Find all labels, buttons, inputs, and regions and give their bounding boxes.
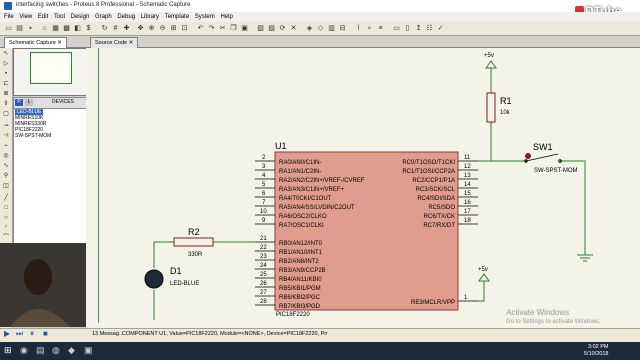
presenter-image [0, 243, 86, 327]
r2-value: 330R [188, 252, 203, 258]
pin-number: 25 [260, 272, 267, 278]
schematic-drawing: U1 PIC18F2220 2 3 4 5 6 7 10 9 21 22 23 … [144, 53, 593, 320]
taskbar-app-icon[interactable]: ◆ [68, 345, 75, 356]
pin-number: 28 [260, 299, 267, 305]
pin-label: RB3/AN9/CCP2B [279, 268, 326, 274]
pin-number: 14 [464, 182, 471, 188]
status-text: COMPONENT U1, Value=PIC18F2220, Module=<… [122, 331, 328, 337]
pin-number: 18 [464, 218, 471, 224]
pin-number: 11 [464, 155, 471, 161]
taskbar-time: 3:02 PM [588, 344, 609, 350]
stop-icon[interactable]: ■ [43, 330, 51, 338]
pin-label: RB5/KBI1/PGM [279, 286, 321, 292]
pin-number: 9 [262, 218, 266, 224]
power-terminal-top[interactable] [485, 60, 497, 69]
pin-label: RA2/AN2/C2IN+/VREF-/CVREF [279, 178, 365, 184]
pin-number: 7 [262, 200, 266, 206]
pin-number: 24 [260, 263, 267, 269]
pin-label: RA5/AN4/SS/LVDIN/C2OUT [279, 205, 355, 211]
power-terminal-bottom[interactable] [478, 273, 490, 282]
power-label-top: +5v [484, 53, 494, 59]
pin-number: 26 [260, 281, 267, 287]
pin-label: RA4/T0CKI/C1OUT [279, 196, 332, 202]
pin-label: RA7/OSC1/CLKI [279, 223, 324, 229]
pin-number: 12 [464, 164, 471, 170]
pin-label: RA3/AN3/C1IN+/VREF+ [279, 187, 345, 193]
pin-number: 21 [260, 236, 267, 242]
pin-label: RA1/AN1/C2IN- [279, 169, 321, 175]
pin-number: 17 [464, 209, 471, 215]
sw1-button[interactable] [525, 153, 531, 159]
d1-value: LED-BLUE [170, 281, 199, 287]
r1-value: 10k [500, 110, 511, 116]
d1-led-icon[interactable] [144, 269, 164, 289]
messages-count[interactable]: 13 Messag... [92, 331, 124, 337]
pin-number: 1 [464, 295, 468, 301]
pin-label: RC6/TX/CK [424, 214, 455, 220]
pin-label: RC2/CCP1/P1A [412, 178, 455, 184]
pin-label: RA0/AN0/C1IN- [279, 160, 321, 166]
pin-label: RB7/KBI3/PGD [279, 304, 321, 310]
ground-icon [577, 254, 593, 262]
pin-label: RC7/RX/DT [423, 223, 455, 229]
pin-label: RC3/SCK/SCL [416, 187, 456, 193]
pin-number: 5 [262, 182, 266, 188]
pin-number: 2 [262, 155, 266, 161]
pin-number: 22 [260, 245, 267, 251]
pin-label: RB1/AN10/INT1 [279, 250, 323, 256]
start-icon[interactable]: ⊞ [4, 345, 12, 356]
sw1-ref: SW1 [533, 142, 553, 152]
pin-label: RA6/OSC2/CLKO [279, 214, 327, 220]
pin-label: RB6/KBI2/PGC [279, 295, 321, 301]
pin-number: 10 [260, 209, 267, 215]
r1-ref: R1 [500, 96, 512, 106]
u1-left-pin-numbers: 2 3 4 5 6 7 10 9 21 22 23 24 25 26 27 28 [260, 155, 267, 305]
pin-label: RC0/T1OSO/T1CKI [402, 160, 455, 166]
pin-label: RC4/SDI/SDA [417, 196, 455, 202]
play-icon[interactable]: ▶ [4, 330, 12, 338]
pin-number: 13 [464, 173, 471, 179]
pin-number: 23 [260, 254, 267, 260]
pin-label: RB0/AN12/INT0 [279, 241, 323, 247]
taskbar-app-icon[interactable]: ◉ [20, 345, 28, 356]
u1-part: PIC18F2220 [276, 312, 310, 318]
webcam-overlay [0, 243, 86, 327]
d1-ref: D1 [170, 266, 182, 276]
pin-label: RB4/AN11/KBI0 [279, 277, 322, 283]
activation-watermark-title: Activate Windows [506, 308, 570, 317]
taskbar-app-icon[interactable]: ◍ [52, 345, 60, 356]
step-icon[interactable]: ⏭ [16, 330, 24, 338]
pin-number: 15 [464, 191, 471, 197]
r1-body[interactable] [486, 92, 496, 123]
pin-number: 3 [262, 164, 266, 170]
r2-body[interactable] [173, 237, 214, 247]
taskbar-app-icon[interactable]: ▤ [36, 345, 45, 356]
u1-right-pin-numbers: 11 12 13 14 15 16 17 18 1 [464, 155, 471, 301]
pin-label: RC5/SDO [428, 205, 455, 211]
pin-label: RB2/AN8/INT2 [279, 259, 319, 265]
u1-ref: U1 [275, 141, 287, 151]
taskbar-app-icon[interactable]: ▣ [84, 345, 93, 356]
windows-taskbar [0, 342, 640, 360]
pause-icon[interactable]: ⏸ [30, 330, 38, 338]
pin-number: 6 [262, 191, 266, 197]
sw1-value: SW-SPST-MOM [534, 168, 578, 174]
pin-number: 16 [464, 200, 471, 206]
pin-label: RC1/T1OSI/CCP2A [402, 169, 455, 175]
r2-ref: R2 [188, 227, 200, 237]
taskbar-date: 5/10/2018 [584, 351, 609, 357]
power-label-bottom: +5v [478, 267, 488, 273]
pin-number: 4 [262, 173, 266, 179]
pin-label: RE3/MCLR/VPP [411, 300, 455, 306]
activation-watermark-subtitle: Go to Settings to activate Windows. [506, 319, 601, 325]
pin-number: 27 [260, 290, 267, 296]
